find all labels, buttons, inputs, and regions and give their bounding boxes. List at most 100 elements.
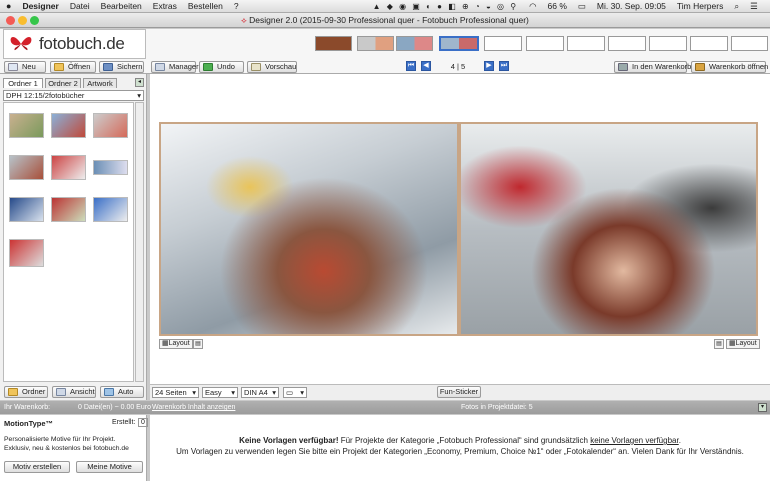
status-icons: ▲ ◆ ◉ ▣ ◐ ● ◧ ⊕ ◔ ◒ ◎ ⚲	[372, 1, 519, 11]
layout-button-left[interactable]: ▦Layout	[159, 339, 193, 349]
photo-thumb[interactable]	[51, 197, 86, 222]
new-button[interactable]: Neu	[4, 61, 46, 73]
thumb-page-6[interactable]	[567, 36, 605, 51]
cart-label: Ihr Warenkorb:	[4, 404, 51, 411]
thumb-page-9[interactable]	[690, 36, 728, 51]
save-label: Sichern	[117, 62, 143, 71]
message-end: .	[678, 436, 681, 445]
menu-datei[interactable]: Datei	[70, 1, 90, 11]
photo-thumb[interactable]	[9, 239, 44, 267]
thumb-page-7[interactable]	[608, 36, 646, 51]
auto-button[interactable]: Auto	[100, 386, 144, 398]
thumb-cover[interactable]	[315, 36, 352, 51]
photo-thumb[interactable]	[9, 155, 44, 180]
view-button[interactable]: Ansicht	[52, 386, 96, 398]
expand-icon[interactable]: ▾	[758, 403, 767, 412]
no-templates-link[interactable]: keine Vorlagen verfügbar	[590, 436, 679, 445]
user-name[interactable]: Tim Herpers	[677, 1, 723, 11]
undo-icon	[203, 63, 213, 71]
layout-icon: ▦	[729, 340, 736, 347]
photo-thumb[interactable]	[9, 197, 44, 222]
preview-label: Vorschau	[265, 62, 297, 71]
close-window-button[interactable]	[6, 16, 15, 25]
layout-button-right[interactable]: ▦Layout	[726, 339, 760, 349]
menu-extras[interactable]: Extras	[153, 1, 177, 11]
preview-button[interactable]: Vorschau	[247, 61, 297, 73]
message-line-1: Keine Vorlagen verfügbar! Für Projekte d…	[150, 435, 770, 446]
photo-thumb[interactable]	[93, 197, 128, 222]
photo-thumb[interactable]	[51, 113, 86, 138]
create-motif-button[interactable]: Motiv erstellen	[4, 461, 70, 473]
zoom-window-button[interactable]	[30, 16, 39, 25]
thumb-page-8[interactable]	[649, 36, 687, 51]
thumb-page-4[interactable]	[484, 36, 522, 51]
list-icon[interactable]: ☰	[750, 1, 758, 12]
menu-bearbeiten[interactable]: Bearbeiten	[101, 1, 142, 11]
my-motifs-button[interactable]: Meine Motive	[76, 461, 143, 473]
save-button[interactable]: Sichern	[99, 61, 144, 73]
prev-page-button[interactable]: ◀	[421, 61, 431, 71]
next-page-button[interactable]: ▶	[484, 61, 494, 71]
collapse-panel-icon[interactable]: ◂	[135, 78, 144, 87]
photo-thumb[interactable]	[9, 113, 44, 138]
format-select[interactable]: DIN A4 ▾	[241, 387, 279, 398]
pages-select[interactable]: 24 Seiten ▾	[152, 387, 199, 398]
mode-select[interactable]: Easy ▾	[202, 387, 238, 398]
fun-sticker-button[interactable]: Fun-Sticker	[437, 386, 481, 398]
message-bold: Keine Vorlagen verfügbar!	[239, 436, 339, 445]
photo-thumb[interactable]	[93, 160, 128, 175]
flag-icon[interactable]: ▭	[578, 1, 586, 12]
tab-ordner-2[interactable]: Ordner 2	[45, 78, 81, 88]
photo-grid-scrollbar[interactable]	[135, 102, 144, 382]
wifi-icon[interactable]: ◠	[529, 1, 536, 12]
view-mode-select[interactable]: ▭ ▾	[283, 387, 307, 398]
open-cart-button[interactable]: Warenkorb öffnen	[691, 61, 769, 73]
new-label: Neu	[22, 62, 36, 71]
thumb-page-5[interactable]	[526, 36, 564, 51]
clock[interactable]: Mi. 30. Sep. 09:05	[597, 1, 666, 11]
apple-icon[interactable]: ●	[6, 1, 11, 11]
search-icon[interactable]: ⌕	[734, 1, 739, 12]
show-cart-link[interactable]: Warenkorb Inhalt anzeigen	[152, 401, 235, 414]
chevron-down-icon: ▾	[300, 388, 304, 397]
auto-icon	[104, 388, 114, 396]
chevron-down-icon: ▾	[137, 91, 141, 100]
page-indicator: 4 | 5	[450, 62, 466, 71]
preview-icon	[251, 63, 261, 71]
tab-ordner-1[interactable]: Ordner 1	[3, 78, 43, 88]
thumb-page-2[interactable]	[396, 36, 433, 51]
first-page-button[interactable]: ⏮	[406, 61, 416, 71]
layout-label: Layout	[168, 340, 190, 347]
open-cart-label: Warenkorb öffnen	[709, 62, 769, 71]
folder-select[interactable]: DPH 12:15/2fotobücher ▾	[3, 90, 144, 101]
open-label: Öffnen	[68, 62, 91, 71]
manager-button[interactable]: Manager	[151, 61, 199, 73]
menu-app-designer[interactable]: Designer	[22, 1, 58, 11]
page-options-icon[interactable]: ▤	[714, 339, 724, 349]
right-page-photo[interactable]	[459, 122, 758, 336]
folder-icon	[54, 63, 64, 71]
minimize-window-button[interactable]	[18, 16, 27, 25]
undo-button[interactable]: Undo	[199, 61, 244, 73]
battery-text[interactable]: 66 %	[548, 1, 567, 11]
thumb-page-10[interactable]	[731, 36, 768, 51]
tab-artwork[interactable]: Artwork	[83, 78, 117, 88]
add-to-cart-button[interactable]: In den Warenkorb	[614, 61, 691, 73]
last-page-button[interactable]: ⏭	[499, 61, 509, 71]
page-options-icon[interactable]: ▤	[193, 339, 203, 349]
window-titlebar: ⟡ Designer 2.0 (2015-09-30 Professional …	[0, 13, 770, 28]
manager-label: Manager	[169, 62, 199, 71]
menu-help[interactable]: ?	[234, 1, 239, 11]
menu-bestellen[interactable]: Bestellen	[188, 1, 223, 11]
left-page-photo[interactable]	[159, 122, 459, 336]
logo: fotobuch.de	[3, 29, 146, 59]
photo-thumb[interactable]	[93, 113, 128, 138]
folder-button[interactable]: Ordner	[4, 386, 48, 398]
page-thumbnail-strip	[315, 36, 768, 52]
status-bar: Ihr Warenkorb: 0 Datei(en) ~ 0.00 Euro W…	[0, 401, 770, 414]
thumb-page-1[interactable]	[357, 36, 394, 51]
photo-thumb[interactable]	[51, 155, 86, 180]
thumb-page-3[interactable]	[439, 36, 479, 51]
motiontype-panel: MotionType™ Erstellt: 0 Personalisierte …	[0, 415, 148, 481]
open-button[interactable]: Öffnen	[50, 61, 96, 73]
